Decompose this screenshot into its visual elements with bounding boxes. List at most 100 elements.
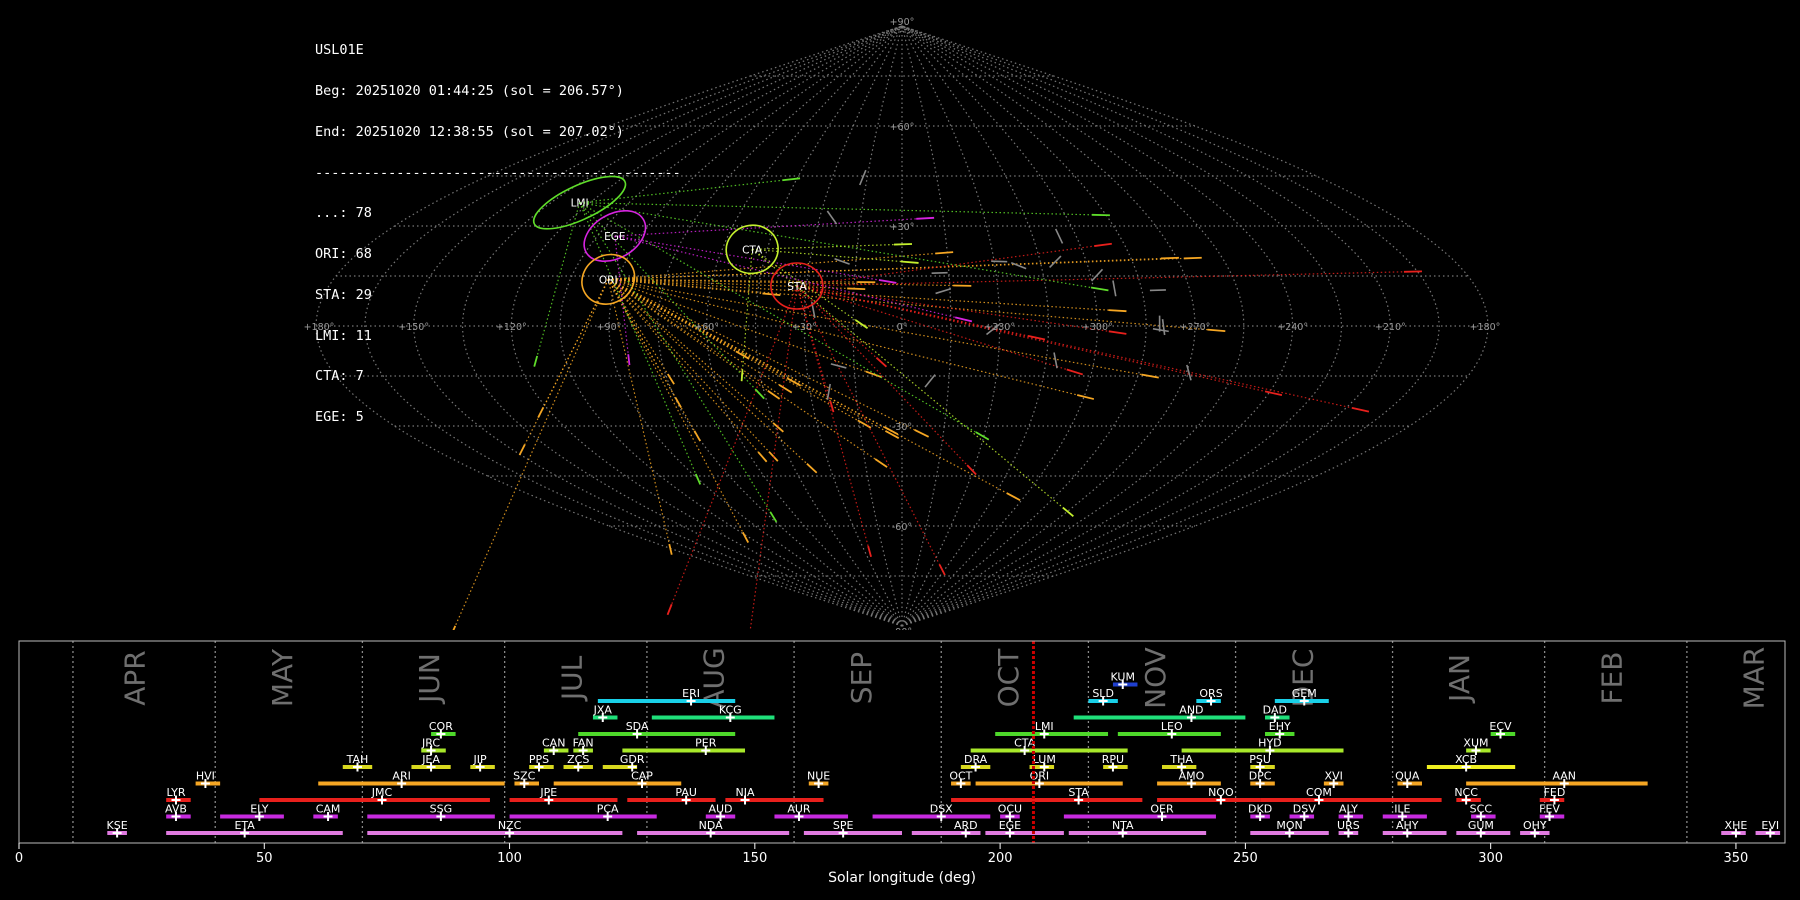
- shower-code-label: JEA: [421, 753, 440, 766]
- meteor-segment: [1062, 506, 1074, 517]
- sporadic-meteor: [1010, 261, 1027, 270]
- count-ege: EGE: 5: [315, 409, 364, 426]
- shower-code-label: LYR: [166, 786, 185, 799]
- shower-code-label: LEO: [1161, 720, 1183, 733]
- shower-code-label: MON: [1276, 819, 1302, 832]
- meteor-track: [608, 278, 1127, 312]
- shower-code-label: ZCS: [567, 753, 589, 766]
- meteor-segment: [668, 543, 673, 555]
- parallel-label: -60°: [892, 522, 912, 533]
- meridian-label: +300°: [1082, 322, 1113, 333]
- meteor-track: [608, 278, 1094, 400]
- shower-bar-pca: PCA: [509, 803, 657, 821]
- shower-code-label: DAD: [1263, 704, 1287, 717]
- meteor-segment: [1351, 407, 1370, 413]
- shower-bar-ari: ARI: [318, 770, 505, 788]
- shower-bars: KUM ERI SLD ORS GEM JXA KCG AND DAD COR SDA LMI LEO E…: [107, 671, 1781, 838]
- meteor-track: [752, 243, 913, 250]
- month-label: JAN: [1443, 654, 1476, 704]
- shower-code-label: JIP: [473, 753, 487, 766]
- shower-code-label: DSV: [1293, 803, 1316, 816]
- shower-code-label: ALY: [1339, 803, 1358, 816]
- sporadic-meteor: [1112, 280, 1117, 297]
- shower-code-label: AHY: [1396, 819, 1419, 832]
- x-tick-label: 250: [1233, 851, 1258, 866]
- shower-code-label: RPU: [1102, 753, 1124, 766]
- meteor-track: [666, 285, 798, 615]
- meteor-segment: [1090, 286, 1109, 292]
- shower-bar-avb: AVB: [165, 803, 191, 821]
- shower-bar-spe: SPE: [803, 819, 902, 838]
- shower-code-label: NZC: [498, 819, 522, 832]
- meridian-label: +270°: [1180, 322, 1211, 333]
- meteor-track: [608, 278, 1159, 379]
- shower-code-label: PCA: [597, 803, 619, 816]
- shower-bar-cap: CAP: [553, 770, 682, 788]
- shower-code-label: GEM: [1292, 687, 1317, 700]
- shower-bar-lmi: LMI: [995, 720, 1109, 739]
- shower-code-label: ARD: [954, 819, 978, 832]
- shower-code-label: URS: [1337, 819, 1360, 832]
- month-label: OCT: [992, 648, 1025, 708]
- parallel-label: +30°: [890, 222, 915, 233]
- shower-code-label: COR: [429, 720, 453, 733]
- shower-bar-ohy: OHY: [1520, 819, 1550, 838]
- shower-code-label: OHY: [1523, 819, 1547, 832]
- meteor-segment: [1264, 390, 1283, 397]
- shower-code-label: EGE: [999, 819, 1021, 832]
- meteor-segment: [874, 458, 888, 468]
- shower-code-label: AVB: [165, 803, 187, 816]
- shower-bar-pau: PAU: [627, 786, 716, 805]
- shower-code-label: ETA: [234, 819, 255, 832]
- shower-code-label: HVI: [196, 770, 215, 783]
- sporadic-meteor: [1186, 364, 1192, 381]
- begin-time: Beg: 20251020 01:44:25 (sol = 206.57°): [315, 82, 624, 99]
- meridian-label: 0°: [897, 322, 908, 333]
- shower-bar-tah: TAH: [342, 753, 373, 772]
- meteor-segment: [740, 370, 744, 382]
- shower-code-label: GUM: [1468, 819, 1494, 832]
- shower-code-label: STA: [1068, 786, 1089, 799]
- meridian-line: [901, 25, 952, 627]
- shower-code-label: AND: [1179, 704, 1203, 717]
- shower-code-label: EVI: [1761, 819, 1779, 832]
- meteor-track: [796, 285, 977, 475]
- sporadic-meteor: [859, 169, 867, 186]
- x-tick-label: 350: [1724, 851, 1749, 866]
- shower-code-label: JPE: [539, 786, 557, 799]
- shower-code-label: SSG: [430, 803, 453, 816]
- shower-code-label: JMC: [371, 786, 393, 799]
- shower-bar-kse: KSE: [107, 819, 128, 838]
- shower-code-label: NDA: [699, 819, 724, 832]
- meteor-segment: [1066, 368, 1084, 376]
- meteor-segment: [518, 444, 526, 456]
- meteor-segment: [1094, 242, 1112, 247]
- shower-code-label: DRA: [964, 753, 988, 766]
- x-axis: 0 50 100 150 200 250 300 350: [15, 843, 1748, 866]
- shower-code-label: PAU: [675, 786, 697, 799]
- meteor-segment: [935, 251, 954, 255]
- shower-code-label: THA: [1169, 753, 1193, 766]
- meteor-segment: [666, 603, 673, 616]
- meridian-label: +60°: [694, 322, 719, 333]
- shower-bar-gum: GUM: [1456, 819, 1511, 838]
- shower-bar-oct: OCT: [949, 770, 973, 788]
- shower-bar-cam: CAM: [313, 803, 341, 821]
- shower-bar-nzc: NZC: [367, 819, 623, 838]
- count-sta: STA: 29: [315, 286, 372, 303]
- sporadic-meteor: [935, 288, 952, 295]
- month-label: MAR: [1738, 647, 1771, 710]
- shower-code-label: XCB: [1455, 753, 1477, 766]
- meteor-segment: [772, 422, 784, 433]
- x-tick-label: 50: [256, 851, 273, 866]
- shower-bar-jxa: JXA: [593, 704, 618, 722]
- sporadic-meteor: [830, 363, 847, 369]
- shower-code-label: HYD: [1258, 737, 1281, 750]
- shower-code-label: NCC: [1454, 786, 1478, 799]
- shower-code-label: OCT: [949, 770, 972, 783]
- x-axis-label: Solar longitude (deg): [828, 870, 976, 886]
- shower-code-label: CAM: [316, 803, 341, 816]
- shower-bar-leo: LEO: [1117, 720, 1221, 739]
- meridian-label: +180°: [1470, 322, 1501, 333]
- meteor-segment: [975, 431, 990, 441]
